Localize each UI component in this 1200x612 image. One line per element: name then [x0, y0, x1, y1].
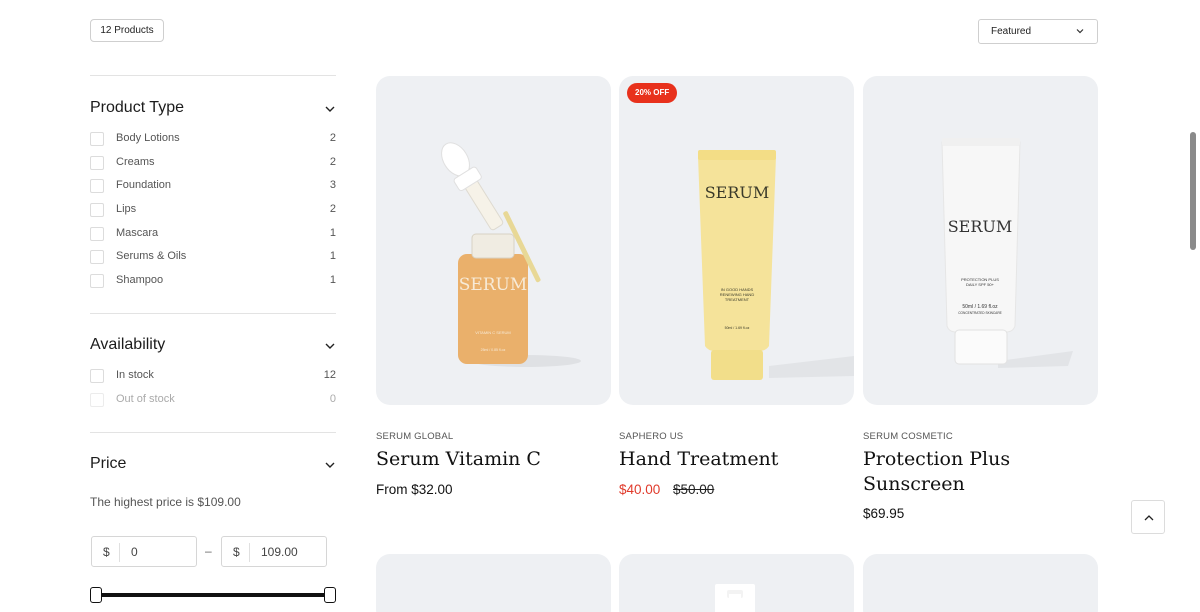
sort-select[interactable]: Featured — [978, 19, 1098, 44]
price-slider-max-handle[interactable] — [324, 587, 336, 603]
filter-divider — [90, 432, 336, 433]
filter-option-label: Shampoo — [116, 274, 164, 286]
sunscreen-tube-image: SERUM PROTECTION PLUS DAILY SPF 50+ 50ml… — [941, 138, 1073, 368]
filter-option-foundation[interactable]: Foundation 3 — [90, 178, 336, 194]
checkbox[interactable] — [90, 132, 104, 146]
filter-option-mascara[interactable]: Mascara 1 — [90, 226, 336, 242]
product-price: From $32.00 — [376, 482, 453, 497]
product-compare-price: $50.00 — [673, 482, 715, 497]
price-max-input[interactable]: $ 109.00 — [221, 536, 327, 567]
price-range-dash: – — [205, 544, 212, 558]
chevron-down-icon[interactable] — [324, 103, 336, 115]
filter-divider — [90, 75, 336, 76]
price-min-input[interactable]: $ 0 — [91, 536, 197, 567]
filter-option-body-lotions[interactable]: Body Lotions 2 — [90, 131, 336, 147]
currency-symbol: $ — [103, 545, 110, 559]
checkbox[interactable] — [90, 156, 104, 170]
product-image-hand-treatment[interactable]: SERUM IN GOOD HANDS RENEWING HAND TREATM… — [619, 76, 854, 405]
filter-option-label: Lips — [116, 203, 137, 215]
discount-badge: 20% OFF — [627, 83, 678, 103]
svg-text:VITAMIN C SERUM: VITAMIN C SERUM — [475, 330, 510, 335]
filter-title-product-type[interactable]: Product Type — [90, 99, 184, 117]
svg-text:50ml / 1.69 fl.oz: 50ml / 1.69 fl.oz — [962, 304, 998, 310]
svg-text:SERUM: SERUM — [459, 275, 528, 295]
product-image[interactable] — [376, 554, 611, 612]
dropper-bottle-image: SERUM VITAMIN C SERUM 25ml / 0.85 fl.oz — [441, 142, 581, 367]
currency-symbol: $ — [233, 545, 240, 559]
filter-option-label: Out of stock — [116, 393, 175, 405]
checkbox[interactable] — [90, 274, 104, 288]
hand-cream-tube-image: SERUM IN GOOD HANDS RENEWING HAND TREATM… — [698, 150, 854, 380]
chevron-down-icon — [1076, 29, 1084, 34]
filter-divider — [90, 313, 336, 314]
filter-option-count: 3 — [329, 179, 336, 191]
filter-option-in-stock[interactable]: In stock 12 — [90, 368, 336, 384]
filter-option-label: Serums & Oils — [116, 250, 187, 262]
checkbox[interactable] — [90, 203, 104, 217]
filter-option-creams[interactable]: Creams 2 — [90, 155, 336, 171]
product-image-serum-vitamin-c[interactable]: SERUM VITAMIN C SERUM 25ml / 0.85 fl.oz — [376, 76, 611, 405]
filter-option-label: In stock — [116, 369, 154, 381]
filter-option-lips[interactable]: Lips 2 — [90, 202, 336, 218]
filter-option-out-of-stock: Out of stock 0 — [90, 392, 336, 408]
filter-title-availability[interactable]: Availability — [90, 336, 165, 354]
filter-option-serums-oils[interactable]: Serums & Oils 1 — [90, 249, 336, 265]
chevron-up-icon — [1144, 515, 1154, 521]
svg-text:CONCENTRATED SKINCARE: CONCENTRATED SKINCARE — [958, 311, 1002, 315]
product-vendor: SAPHERO US — [619, 431, 684, 442]
filter-option-count: 0 — [329, 393, 336, 405]
filter-option-label: Foundation — [116, 179, 172, 191]
filter-option-count: 2 — [329, 132, 336, 144]
scrollbar-thumb[interactable] — [1190, 132, 1196, 250]
svg-text:25ml / 0.85 fl.oz: 25ml / 0.85 fl.oz — [481, 348, 506, 352]
product-title[interactable]: Serum Vitamin C — [376, 447, 611, 472]
product-title[interactable]: Hand Treatment — [619, 447, 854, 472]
filter-title-price[interactable]: Price — [90, 455, 126, 473]
checkbox — [90, 393, 104, 407]
product-sale-price: $40.00 — [619, 482, 661, 497]
filter-option-count: 2 — [329, 156, 336, 168]
checkbox[interactable] — [90, 227, 104, 241]
sort-select-value: Featured — [991, 26, 1032, 37]
product-image[interactable] — [863, 554, 1098, 612]
filter-option-count: 12 — [323, 369, 336, 381]
svg-text:SERUM: SERUM — [705, 183, 770, 202]
filter-option-shampoo[interactable]: Shampoo 1 — [90, 273, 336, 289]
svg-text:50ml / 1.69 fl.oz: 50ml / 1.69 fl.oz — [725, 326, 750, 330]
price-max-value: 109.00 — [261, 545, 298, 559]
price-highest-note: The highest price is $109.00 — [90, 495, 241, 509]
pump-bottle-image — [715, 584, 755, 612]
product-vendor: SERUM COSMETIC — [863, 431, 953, 442]
svg-text:DAILY SPF 50+: DAILY SPF 50+ — [966, 282, 995, 287]
input-separator — [249, 543, 250, 562]
svg-text:SERUM: SERUM — [948, 217, 1013, 236]
filter-option-count: 1 — [329, 274, 336, 286]
filter-option-label: Body Lotions — [116, 132, 180, 144]
filter-option-count: 1 — [329, 227, 336, 239]
product-image[interactable] — [619, 554, 854, 612]
back-to-top-button[interactable] — [1131, 500, 1165, 534]
price-slider-min-handle[interactable] — [90, 587, 102, 603]
chevron-down-icon[interactable] — [324, 340, 336, 352]
input-separator — [119, 543, 120, 562]
price-min-value: 0 — [131, 545, 138, 559]
product-image-sunscreen[interactable]: SERUM PROTECTION PLUS DAILY SPF 50+ 50ml… — [863, 76, 1098, 405]
svg-text:TREATMENT: TREATMENT — [725, 297, 750, 302]
checkbox[interactable] — [90, 250, 104, 264]
product-vendor: SERUM GLOBAL — [376, 431, 454, 442]
product-title[interactable]: Protection Plus Sunscreen — [863, 447, 1098, 497]
filter-option-count: 1 — [329, 250, 336, 262]
filter-option-label: Mascara — [116, 227, 159, 239]
checkbox[interactable] — [90, 369, 104, 383]
filter-option-count: 2 — [329, 203, 336, 215]
filter-option-label: Creams — [116, 156, 155, 168]
chevron-down-icon[interactable] — [324, 459, 336, 471]
checkbox[interactable] — [90, 179, 104, 193]
price-slider-track[interactable] — [96, 593, 330, 597]
product-price: $69.95 — [863, 506, 905, 521]
product-count-button[interactable]: 12 Products — [90, 19, 164, 42]
